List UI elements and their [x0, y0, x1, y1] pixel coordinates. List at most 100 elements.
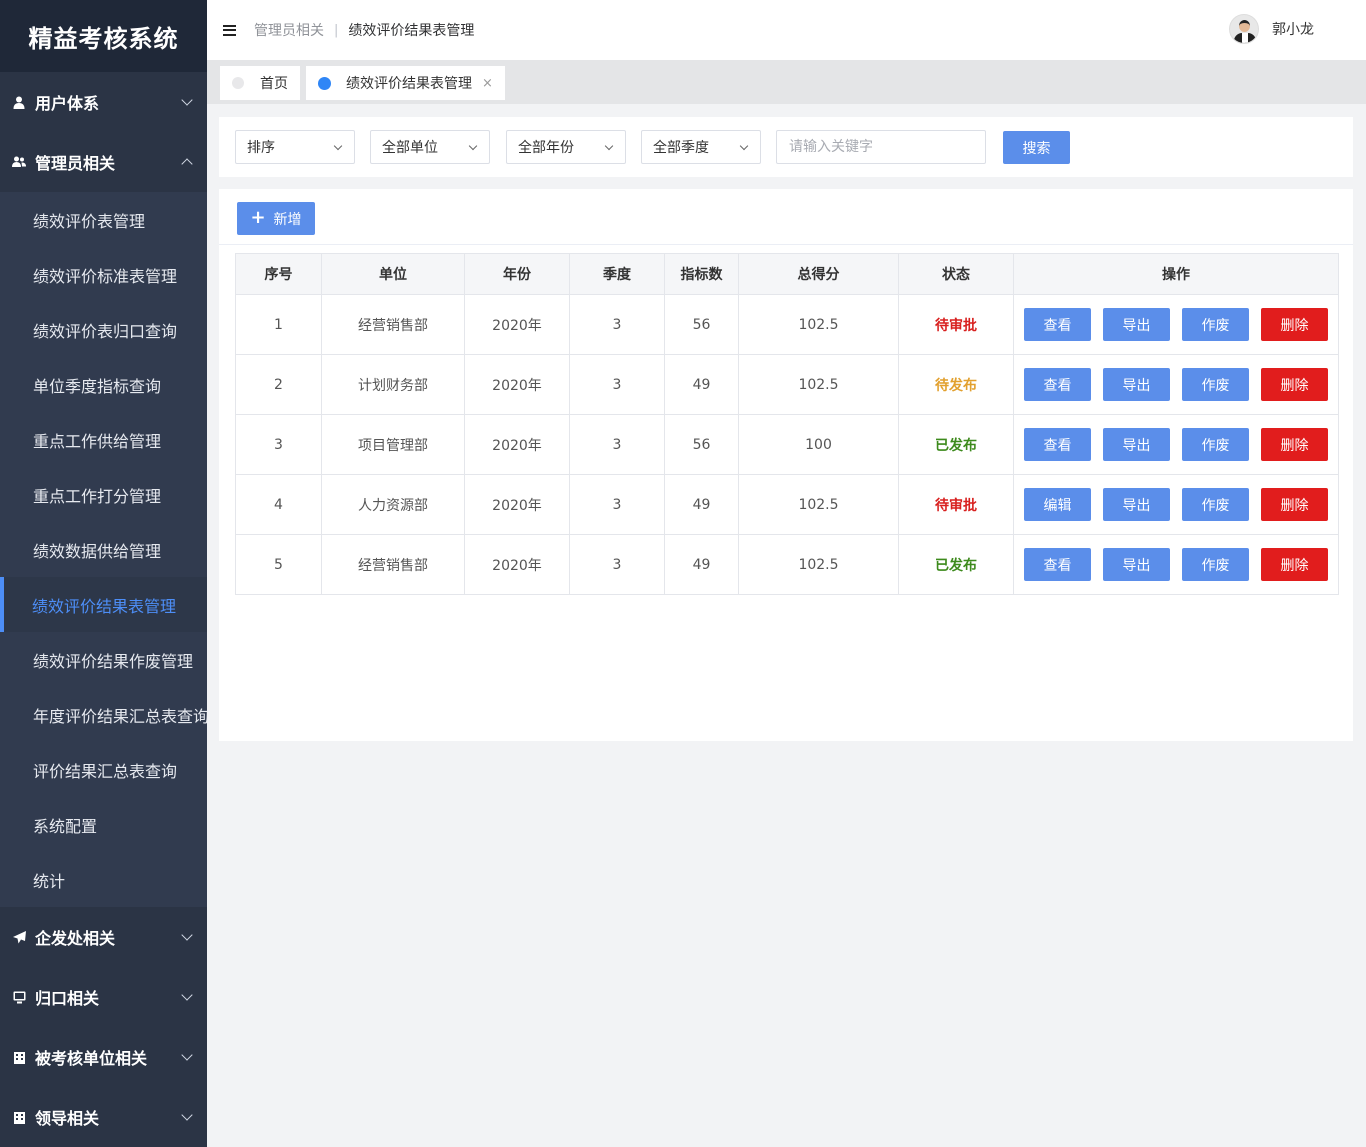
chevron-up-icon: [181, 158, 193, 170]
breadcrumb-current: 绩效评价结果表管理: [348, 23, 475, 39]
sidebar-item-performance-query[interactable]: 绩效评价表归口查询: [0, 302, 207, 357]
cell-actions: 编辑 导出 作废 删除: [1013, 474, 1339, 535]
menu-group-label: 企发处相关: [35, 929, 116, 948]
chevron-down-icon: [181, 989, 193, 1001]
edit-button[interactable]: 编辑: [1024, 488, 1091, 521]
view-button[interactable]: 查看: [1024, 308, 1091, 341]
cell-no: 4: [235, 474, 322, 535]
table-row: 1 经营销售部 2020年 3 56 102.5 待审批 查看 导出 作废 删除: [235, 294, 1339, 355]
column-header: 状态: [898, 253, 1014, 295]
cell-count: 56: [664, 414, 739, 475]
cell-score: 102.5: [738, 534, 899, 595]
menu-group-centralized[interactable]: 归口相关: [0, 967, 207, 1027]
tab-result-table[interactable]: 绩效评价结果表管理 ×: [306, 66, 505, 100]
cell-count: 49: [664, 354, 739, 415]
cell-no: 1: [235, 294, 322, 355]
monitor-icon: [12, 990, 26, 1004]
void-button[interactable]: 作废: [1182, 428, 1249, 461]
export-button[interactable]: 导出: [1103, 548, 1170, 581]
cell-year: 2020年: [464, 294, 570, 355]
sidebar-item-key-work-score[interactable]: 重点工作打分管理: [0, 467, 207, 522]
sidebar-item-quarter-index[interactable]: 单位季度指标查询: [0, 357, 207, 412]
cell-actions: 查看 导出 作废 删除: [1013, 354, 1339, 415]
void-button[interactable]: 作废: [1182, 488, 1249, 521]
view-button[interactable]: 查看: [1024, 428, 1091, 461]
hamburger-menu-icon[interactable]: [223, 24, 236, 36]
user-icon: [12, 95, 26, 109]
tab-status-dot-icon: [232, 77, 244, 89]
status-badge: 待发布: [898, 354, 1014, 415]
menu-group-leadership[interactable]: 领导相关: [0, 1087, 207, 1147]
keyword-input[interactable]: [776, 130, 986, 164]
table-row: 2 计划财务部 2020年 3 49 102.5 待发布 查看 导出 作废 删除: [235, 354, 1339, 415]
tab-home[interactable]: 首页: [220, 66, 300, 100]
cell-year: 2020年: [464, 534, 570, 595]
sort-select[interactable]: 排序: [235, 130, 355, 164]
add-button[interactable]: + 新增: [237, 202, 315, 235]
export-button[interactable]: 导出: [1103, 428, 1170, 461]
export-button[interactable]: 导出: [1103, 308, 1170, 341]
delete-button[interactable]: 删除: [1261, 548, 1328, 581]
user-menu[interactable]: 郭小龙: [1229, 14, 1314, 44]
void-button[interactable]: 作废: [1182, 548, 1249, 581]
cell-unit: 经营销售部: [321, 534, 465, 595]
year-select[interactable]: 全部年份: [506, 130, 626, 164]
sidebar-item-result-summary[interactable]: 评价结果汇总表查询: [0, 742, 207, 797]
delete-button[interactable]: 删除: [1261, 368, 1328, 401]
column-header: 序号: [235, 253, 322, 295]
result-table: 序号 单位 年份 季度 指标数 总得分 状态 操作 1 经营销售部 2020年 …: [235, 253, 1339, 595]
menu-group-user-system[interactable]: 用户体系: [0, 72, 207, 132]
close-icon[interactable]: ×: [482, 76, 493, 91]
tab-label: 绩效评价结果表管理: [346, 76, 472, 92]
menu-group-assessed-unit[interactable]: 被考核单位相关: [0, 1027, 207, 1087]
tab-label: 首页: [260, 76, 288, 92]
column-header: 季度: [569, 253, 665, 295]
delete-button[interactable]: 删除: [1261, 428, 1328, 461]
delete-button[interactable]: 删除: [1261, 308, 1328, 341]
cell-actions: 查看 导出 作废 删除: [1013, 534, 1339, 595]
admin-submenu: 绩效评价表管理 绩效评价标准表管理 绩效评价表归口查询 单位季度指标查询 重点工…: [0, 192, 207, 907]
cell-year: 2020年: [464, 354, 570, 415]
search-button[interactable]: 搜索: [1003, 131, 1070, 164]
table-header-row: 序号 单位 年份 季度 指标数 总得分 状态 操作: [235, 253, 1339, 295]
breadcrumb-parent[interactable]: 管理员相关: [254, 20, 324, 40]
sidebar-item-system-config[interactable]: 系统配置: [0, 797, 207, 852]
column-header: 操作: [1013, 253, 1339, 295]
sidebar-item-annual-summary[interactable]: 年度评价结果汇总表查询: [0, 687, 207, 742]
chevron-down-icon: [333, 141, 343, 151]
sidebar-item-key-work-supply[interactable]: 重点工作供给管理: [0, 412, 207, 467]
breadcrumb-separator: |: [334, 22, 339, 38]
menu-group-admin[interactable]: 管理员相关: [0, 132, 207, 192]
quarter-select[interactable]: 全部季度: [641, 130, 761, 164]
column-header: 单位: [321, 253, 465, 295]
sidebar-item-performance-standard[interactable]: 绩效评价标准表管理: [0, 247, 207, 302]
avatar[interactable]: [1229, 14, 1259, 44]
void-button[interactable]: 作废: [1182, 368, 1249, 401]
view-button[interactable]: 查看: [1024, 368, 1091, 401]
menu-group-enterprise[interactable]: 企发处相关: [0, 907, 207, 967]
chevron-down-icon: [181, 94, 193, 106]
sidebar-item-data-supply[interactable]: 绩效数据供给管理: [0, 522, 207, 577]
sidebar-item-performance-table[interactable]: 绩效评价表管理: [0, 192, 207, 247]
cell-unit: 项目管理部: [321, 414, 465, 475]
users-icon: [12, 155, 26, 169]
export-button[interactable]: 导出: [1103, 368, 1170, 401]
export-button[interactable]: 导出: [1103, 488, 1170, 521]
cell-score: 100: [738, 414, 899, 475]
sidebar-item-result-void[interactable]: 绩效评价结果作废管理: [0, 632, 207, 687]
cell-actions: 查看 导出 作废 删除: [1013, 414, 1339, 475]
delete-button[interactable]: 删除: [1261, 488, 1328, 521]
table-toolbar: + 新增: [219, 189, 1353, 245]
cell-count: 56: [664, 294, 739, 355]
table-row: 5 经营销售部 2020年 3 49 102.5 已发布 查看 导出 作废 删除: [235, 534, 1339, 595]
view-button[interactable]: 查看: [1024, 548, 1091, 581]
chevron-down-icon: [604, 141, 614, 151]
unit-select[interactable]: 全部单位: [370, 130, 490, 164]
void-button[interactable]: 作废: [1182, 308, 1249, 341]
sidebar-item-statistics[interactable]: 统计: [0, 852, 207, 907]
user-name[interactable]: 郭小龙: [1272, 19, 1314, 39]
building-icon: [12, 1050, 26, 1064]
menu-group-label: 管理员相关: [35, 154, 116, 173]
status-badge: 待审批: [898, 294, 1014, 355]
sidebar-item-result-table[interactable]: 绩效评价结果表管理: [0, 577, 207, 632]
